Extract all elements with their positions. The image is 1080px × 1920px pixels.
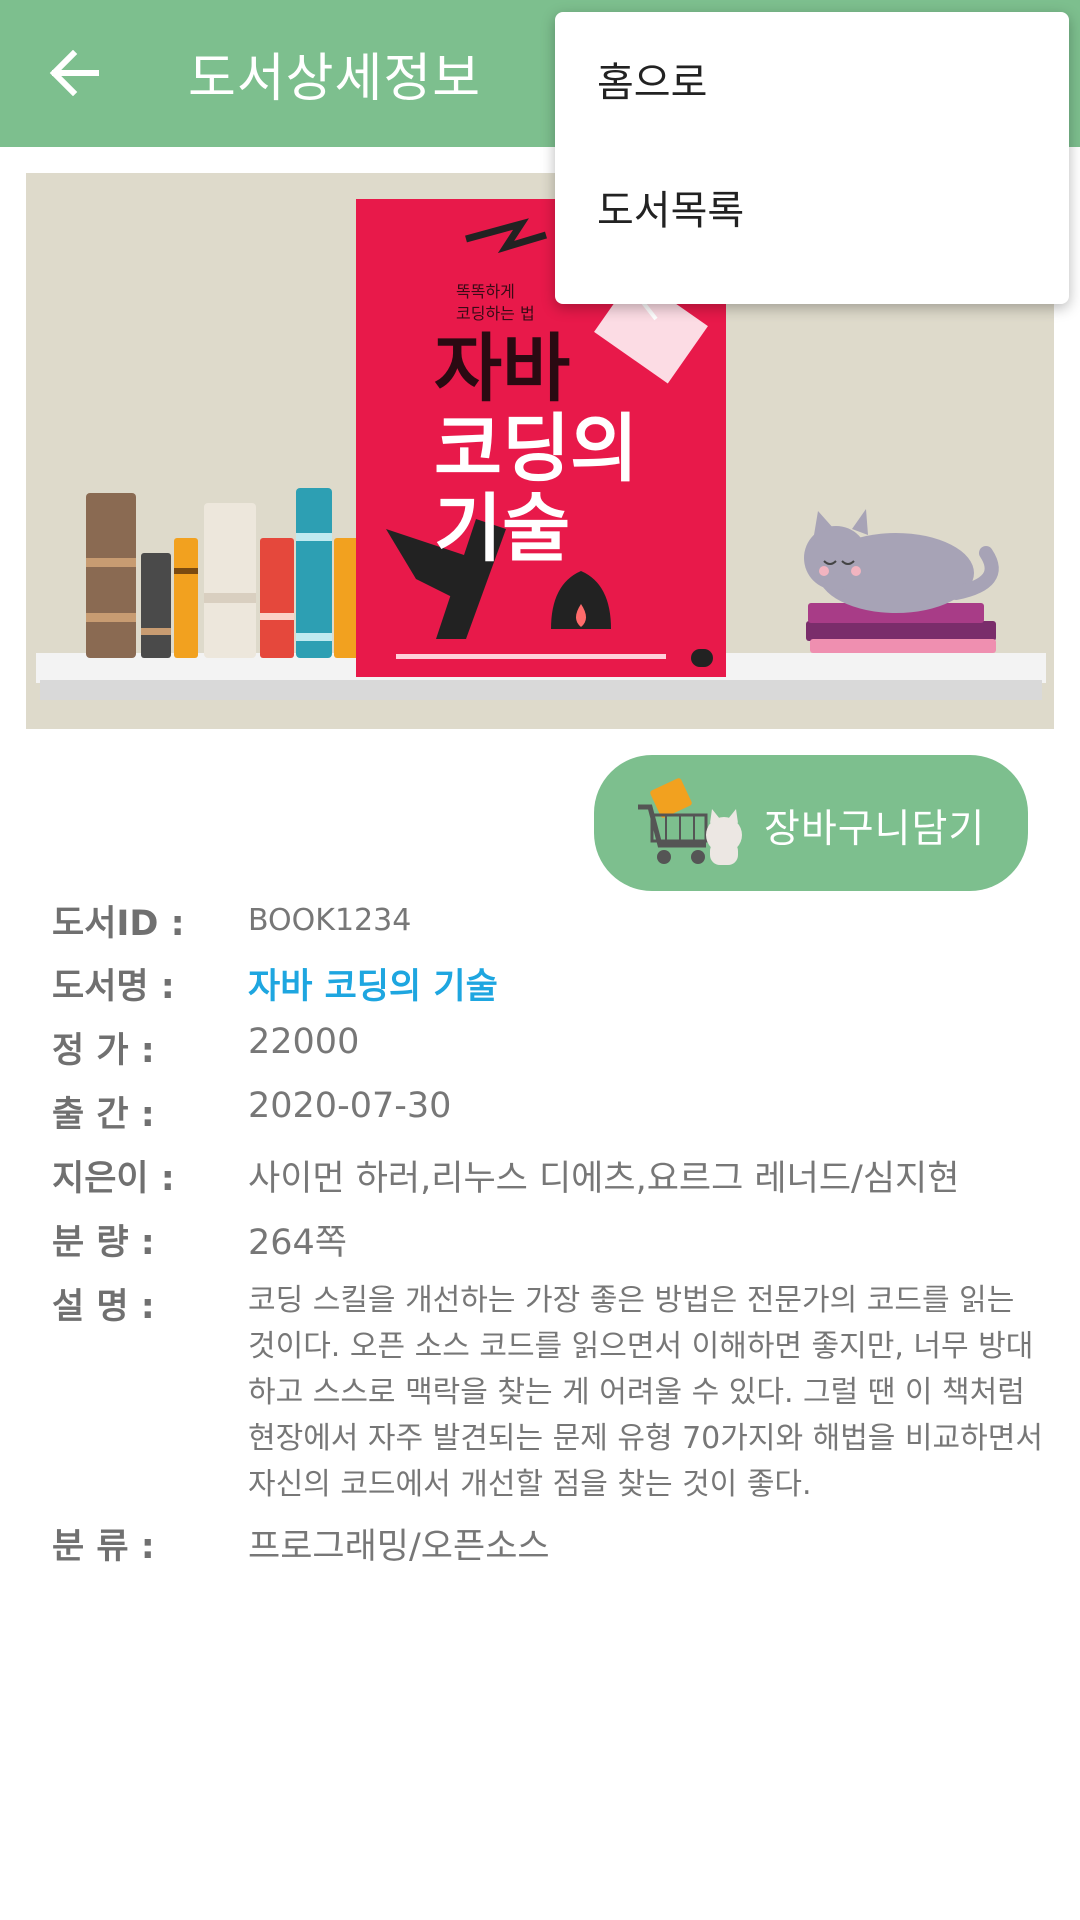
page-title: 도서상세정보 (188, 49, 482, 109)
detail-label: 설 명 : (52, 1287, 155, 1327)
back-button[interactable] (38, 40, 110, 106)
detail-label: 도서명 : (52, 967, 175, 1007)
description-value: 코딩 스킬을 개선하는 가장 좋은 방법은 전문가의 코드를 읽는 것이다. 오… (248, 1283, 1043, 1502)
cover-tagline-2: 코딩하는 법 (456, 304, 535, 323)
menu-item-home[interactable]: 홈으로 (555, 12, 1069, 137)
pages-value: 264쪽 (248, 1223, 348, 1263)
add-to-cart-label: 장바구니담기 (764, 807, 986, 852)
detail-label: 정 가 : (52, 1031, 155, 1071)
release-date-value: 2020-07-30 (248, 1086, 452, 1126)
cover-title-line-1: 자바 (434, 326, 571, 412)
back-arrow-icon (49, 50, 99, 96)
detail-label: 출 간 : (52, 1095, 155, 1135)
price-value: 22000 (248, 1022, 360, 1062)
menu-item-book-list[interactable]: 도서목록 (555, 140, 1069, 265)
book-title-value: 자바 코딩의 기술 (248, 967, 498, 1007)
author-value: 사이먼 하러,리누스 디에츠,요르그 레너드/심지현 (248, 1159, 960, 1199)
detail-label: 분 류 : (52, 1527, 155, 1567)
cover-title: 자바 코딩의 기술 (434, 329, 638, 569)
menu-item-label: 홈으로 (597, 60, 708, 106)
add-to-cart-button[interactable]: 장바구니담기 (594, 755, 1028, 891)
cover-title-line-2: 코딩의 (434, 406, 639, 492)
cover-title-line-3: 기술 (434, 486, 571, 572)
cover-tagline-1: 똑똑하게 (456, 282, 515, 301)
detail-label: 지은이 : (52, 1159, 175, 1199)
cover-tagline: 똑똑하게 코딩하는 법 (456, 281, 535, 325)
menu-item-label: 도서목록 (597, 188, 745, 234)
cart-icon (638, 778, 742, 865)
book-id-value: BOOK1234 (248, 903, 412, 938)
detail-label: 도서ID : (52, 904, 185, 944)
overflow-menu: 홈으로 도서목록 (555, 12, 1069, 304)
detail-label: 분 량 : (52, 1223, 155, 1263)
category-value: 프로그래밍/오픈소스 (248, 1527, 550, 1567)
